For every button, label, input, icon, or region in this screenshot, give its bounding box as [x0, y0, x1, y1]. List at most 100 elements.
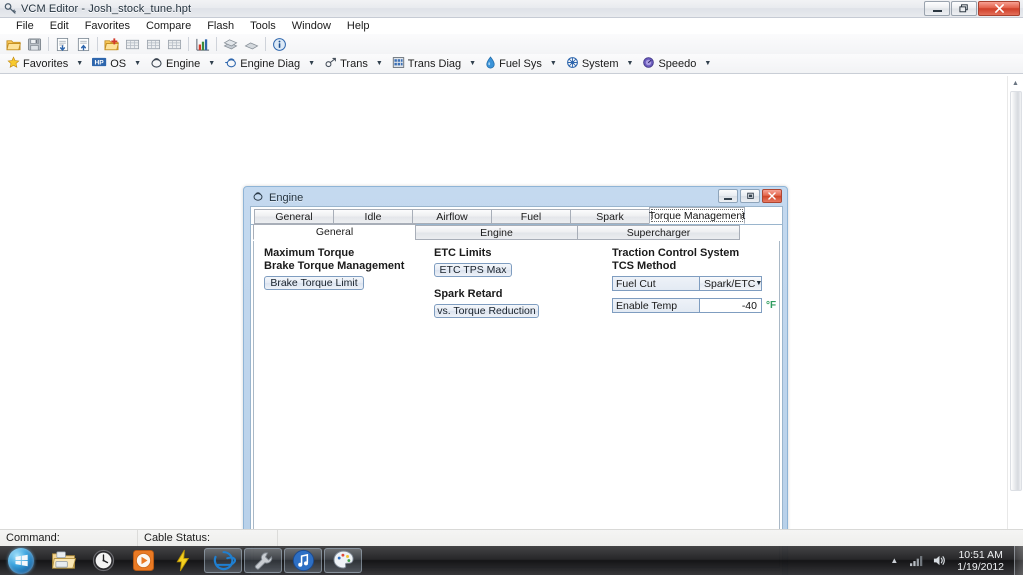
mdi-vertical-scrollbar[interactable]: ▲: [1007, 76, 1023, 529]
save-icon[interactable]: [24, 35, 45, 53]
statusbar: Command: Cable Status:: [0, 529, 1023, 547]
taskbar-clock[interactable]: 10:51 AM 1/19/2012: [951, 549, 1012, 573]
mdi-client-area: ▲ Engine General Idle Airflow Fuel Spark…: [0, 75, 1023, 575]
graph-icon[interactable]: [192, 35, 213, 53]
tab-airflow[interactable]: Airflow: [412, 209, 492, 224]
speedo-icon: [642, 56, 655, 72]
subtab-engine[interactable]: Engine: [415, 225, 578, 240]
write-vehicle-icon[interactable]: [73, 35, 94, 53]
menu-tools[interactable]: Tools: [242, 19, 284, 33]
taskbar-app-list: [44, 548, 362, 573]
chevron-down-icon[interactable]: ▼: [376, 60, 383, 67]
vs-torque-reduction-button[interactable]: vs. Torque Reduction: [434, 304, 539, 318]
chevron-down-icon[interactable]: ▼: [76, 60, 83, 67]
menu-edit[interactable]: Edit: [42, 19, 77, 33]
info-icon[interactable]: [269, 35, 290, 53]
taskbar-internet-explorer-icon[interactable]: [204, 548, 242, 573]
toolbar-fuel-sys-label: Fuel Sys: [499, 57, 542, 70]
table-3-icon[interactable]: [164, 35, 185, 53]
engine-close-button[interactable]: [762, 189, 782, 203]
show-desktop-button[interactable]: [1014, 546, 1023, 575]
taskbar-wrench-icon[interactable]: [244, 548, 282, 573]
scroll-up-icon[interactable]: ▲: [1008, 76, 1023, 90]
table-2-icon[interactable]: [143, 35, 164, 53]
toolbar-speedo[interactable]: Speedo: [640, 55, 698, 73]
enable-temp-input[interactable]: -40: [700, 298, 762, 313]
toolbar-trans-diag[interactable]: Trans Diag: [390, 55, 463, 73]
copy-layer-icon[interactable]: [220, 35, 241, 53]
chevron-down-icon[interactable]: ▼: [550, 60, 557, 67]
open-compare-icon[interactable]: [101, 35, 122, 53]
menu-window[interactable]: Window: [284, 19, 339, 33]
category-toolbar: Favorites ▼ HP OS ▼ Engine ▼ Engine Diag…: [0, 54, 1023, 74]
torque-management-general-page: Maximum Torque Brake Torque Management B…: [253, 241, 780, 568]
close-button[interactable]: [978, 1, 1020, 16]
chevron-down-icon[interactable]: ▼: [469, 60, 476, 67]
restore-button[interactable]: [951, 1, 977, 16]
scrollbar-thumb[interactable]: [1010, 91, 1022, 491]
chevron-down-icon[interactable]: ▼: [134, 60, 141, 67]
maximum-torque-heading: Maximum Torque: [264, 247, 355, 259]
toolbar-separator: [188, 37, 189, 51]
etc-tps-max-button[interactable]: ETC TPS Max: [434, 263, 512, 277]
menu-file[interactable]: File: [8, 19, 42, 33]
toolbar-speedo-label: Speedo: [658, 57, 697, 70]
taskbar-date: 1/19/2012: [957, 560, 1004, 573]
toolbar-trans[interactable]: Trans: [322, 55, 370, 73]
taskbar-paint-icon[interactable]: [324, 548, 362, 573]
toolbar-trans-label: Trans: [340, 57, 368, 70]
taskbar-lightning-icon[interactable]: [164, 548, 202, 573]
tab-general[interactable]: General: [254, 209, 334, 224]
tab-fuel[interactable]: Fuel: [491, 209, 571, 224]
engine-restore-button[interactable]: [740, 189, 760, 203]
taskbar-itunes-icon[interactable]: [284, 548, 322, 573]
open-folder-icon[interactable]: [3, 35, 24, 53]
menu-help[interactable]: Help: [339, 19, 378, 33]
engine-minimize-button[interactable]: [718, 189, 738, 203]
subtab-supercharger[interactable]: Supercharger: [577, 225, 740, 240]
chevron-down-icon[interactable]: ▼: [627, 60, 634, 67]
main-titlebar: VCM Editor - Josh_stock_tune.hpt: [0, 0, 1023, 18]
tab-idle[interactable]: Idle: [333, 209, 413, 224]
spark-retard-heading: Spark Retard: [434, 288, 503, 300]
toolbar-engine[interactable]: Engine: [148, 55, 202, 73]
read-vehicle-icon[interactable]: [52, 35, 73, 53]
tab-torque-management[interactable]: Torque Management: [649, 207, 745, 224]
taskbar-clock-icon[interactable]: [84, 548, 122, 573]
toolbar-system[interactable]: System: [564, 55, 621, 73]
menu-flash[interactable]: Flash: [199, 19, 242, 33]
icon-toolbar: [0, 34, 1023, 54]
chevron-down-icon[interactable]: ▼: [704, 60, 711, 67]
table-1-icon[interactable]: [122, 35, 143, 53]
start-button[interactable]: [4, 547, 38, 574]
tcs-method-heading: TCS Method: [612, 260, 677, 272]
group-etc-limits: ETC Limits ETC TPS Max: [434, 247, 512, 277]
toolbar-fuel-sys[interactable]: Fuel Sys: [483, 55, 544, 73]
show-hidden-icons-icon[interactable]: ▲: [890, 556, 898, 565]
engine-window-titlebar: Engine: [247, 189, 784, 206]
toolbar-favorites-label: Favorites: [23, 57, 69, 70]
speaker-icon[interactable]: [932, 554, 947, 567]
menu-favorites[interactable]: Favorites: [77, 19, 138, 33]
toolbar-separator: [216, 37, 217, 51]
subtab-general[interactable]: General: [253, 224, 416, 240]
group-maximum-torque: Maximum Torque Brake Torque Management B…: [264, 247, 404, 290]
taskbar-explorer-icon[interactable]: [44, 548, 82, 573]
tcs-method-label: Fuel Cut: [612, 276, 700, 291]
toolbar-os[interactable]: HP OS: [90, 55, 128, 73]
tab-spark[interactable]: Spark: [570, 209, 650, 224]
minimize-button[interactable]: [924, 1, 950, 16]
brake-torque-limit-button[interactable]: Brake Torque Limit: [264, 276, 364, 290]
tcs-method-dropdown[interactable]: Spark/ETC ▼: [700, 276, 762, 291]
toolbar-favorites[interactable]: Favorites: [5, 55, 70, 73]
taskbar-media-player-icon[interactable]: [124, 548, 162, 573]
paste-layer-icon[interactable]: [241, 35, 262, 53]
group-spark-retard: Spark Retard vs. Torque Reduction: [434, 288, 539, 318]
toolbar-engine-diag[interactable]: Engine Diag: [222, 55, 302, 73]
engine-window-title: Engine: [269, 191, 304, 204]
chevron-down-icon[interactable]: ▼: [308, 60, 315, 67]
menu-compare[interactable]: Compare: [138, 19, 199, 33]
signal-bars-icon[interactable]: [909, 554, 924, 567]
engine-icon: [150, 56, 163, 72]
chevron-down-icon[interactable]: ▼: [208, 60, 215, 67]
